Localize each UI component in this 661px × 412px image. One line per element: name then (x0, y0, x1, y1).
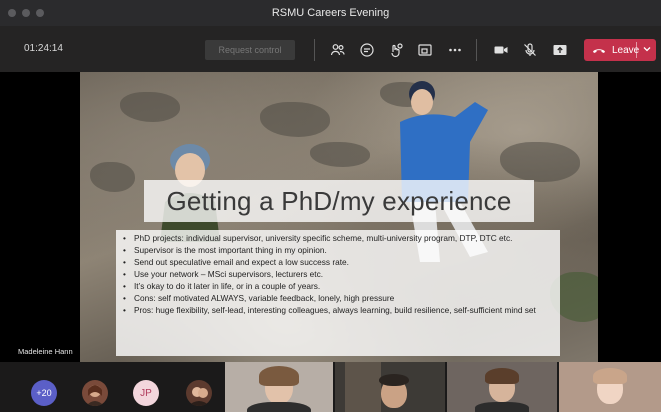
slide-title: Getting a PhD/my experience (166, 185, 512, 216)
shared-slide: Getting a PhD/my experience PhD projects… (80, 72, 598, 362)
leave-button[interactable]: Leave (584, 39, 656, 61)
slide-bullet: It’s okay to do it later in life, or in … (122, 281, 554, 292)
chevron-down-icon[interactable] (642, 44, 652, 54)
slide-bullets: PhD projects: individual supervisor, uni… (116, 230, 560, 356)
request-control-button[interactable]: Request control (205, 40, 295, 60)
breakout-rooms-icon[interactable] (416, 41, 434, 59)
more-participants-button[interactable]: +20 (31, 380, 57, 406)
participant-strip: +20 JP (0, 362, 661, 412)
shared-content-stage: Getting a PhD/my experience PhD projects… (0, 72, 661, 362)
reactions-icon[interactable] (387, 41, 405, 59)
slide-bullet: PhD projects: individual supervisor, uni… (122, 233, 554, 244)
minimize-window-button[interactable] (22, 9, 30, 17)
toolbar-divider (476, 39, 477, 61)
slide-bullet: Send out speculative email and expect a … (122, 257, 554, 268)
avatar-initials[interactable]: JP (133, 380, 159, 406)
slide-bullet: Use your network – MSci supervisors, lec… (122, 269, 554, 280)
participant-video-tile[interactable] (559, 362, 661, 412)
maximize-window-button[interactable] (36, 9, 44, 17)
slide-bullet: Supervisor is the most important thing i… (122, 245, 554, 256)
window-title: RSMU Careers Evening (271, 7, 390, 19)
window-controls (8, 9, 44, 17)
title-bar: RSMU Careers Evening (0, 0, 661, 26)
slide-title-band: Getting a PhD/my experience (144, 180, 534, 222)
camera-icon[interactable] (492, 41, 510, 59)
slide-bullet: Cons: self motivated ALWAYS, variable fe… (122, 293, 554, 304)
presenter-name: Madeleine Hann (18, 347, 73, 356)
slide-bullet: Pros: huge flexibility, self-lead, inter… (122, 305, 554, 316)
share-screen-icon[interactable] (551, 41, 569, 59)
close-window-button[interactable] (8, 9, 16, 17)
chat-icon[interactable] (358, 41, 376, 59)
hang-up-icon (592, 45, 606, 55)
participant-video-tile[interactable] (225, 362, 333, 412)
mic-muted-icon[interactable] (521, 41, 539, 59)
participant-video-tile[interactable] (335, 362, 445, 412)
avatar[interactable] (82, 380, 108, 406)
meeting-timer: 01:24:14 (24, 43, 63, 54)
avatar[interactable] (186, 380, 212, 406)
leave-divider (636, 42, 637, 58)
meeting-toolbar: 01:24:14 Request control Leave (0, 26, 661, 72)
participants-icon[interactable] (329, 41, 347, 59)
toolbar-divider (314, 39, 315, 61)
teams-window: RSMU Careers Evening 01:24:14 Request co… (0, 0, 661, 412)
participant-video-tile[interactable] (447, 362, 557, 412)
more-options-icon[interactable] (446, 41, 464, 59)
